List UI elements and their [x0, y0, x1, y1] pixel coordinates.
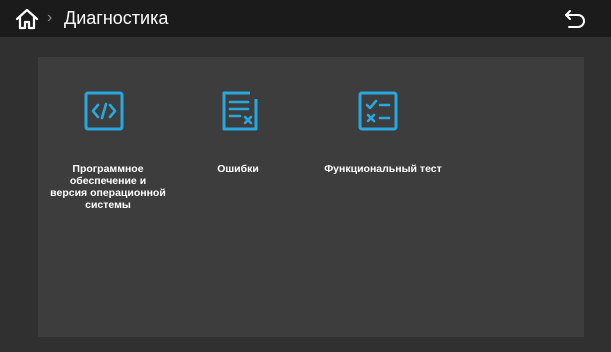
breadcrumb-separator: › — [47, 9, 53, 26]
error-list-icon — [220, 91, 260, 131]
back-button[interactable] — [563, 7, 587, 31]
checklist-icon — [358, 91, 398, 131]
home-button[interactable] — [14, 8, 40, 30]
tile-errors[interactable]: Ошибки — [193, 57, 273, 257]
tile-label: Функциональный тест — [324, 163, 442, 175]
page-title: Диагностика — [64, 8, 169, 28]
header-bar: › Диагностика — [0, 0, 611, 37]
tile-functional-test[interactable]: Функциональный тест — [308, 57, 458, 257]
diagnostics-panel: Программное обеспечение и версия операци… — [38, 57, 584, 337]
tile-software-version[interactable]: Программное обеспечение и версия операци… — [38, 57, 178, 257]
tile-label: Ошибки — [217, 163, 259, 175]
diagnostics-screen: › Диагностика Программное обеспечение и … — [0, 0, 611, 352]
code-icon — [84, 91, 124, 131]
home-icon — [15, 8, 39, 30]
back-arrow-icon — [565, 10, 585, 28]
tile-label: Программное обеспечение и версия операци… — [50, 163, 166, 211]
